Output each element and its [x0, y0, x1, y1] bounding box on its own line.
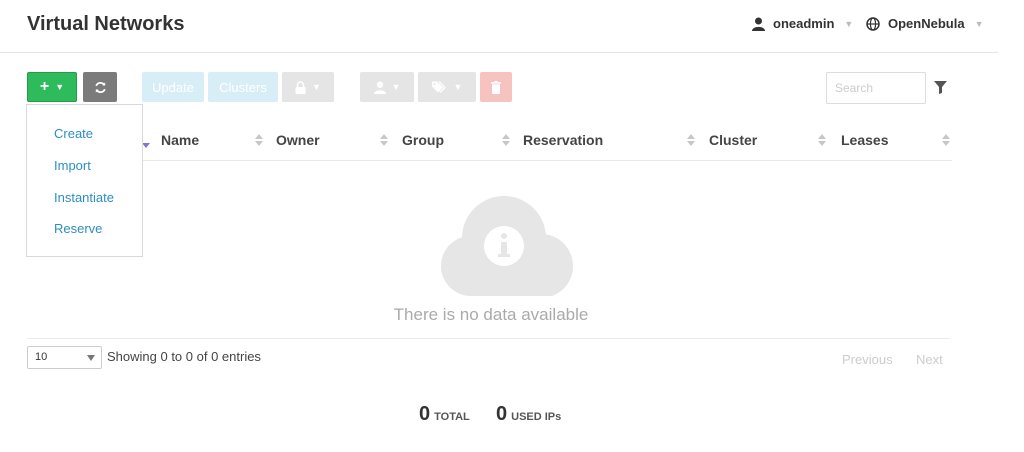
zone-name: OpenNebula: [888, 16, 965, 31]
trash-icon: [491, 80, 501, 94]
menu-item-instantiate[interactable]: Instantiate: [54, 190, 114, 205]
chevron-down-icon: ▼: [453, 82, 463, 92]
update-button[interactable]: Update: [142, 72, 204, 102]
sort-icon: [380, 134, 388, 148]
pagination-next[interactable]: Next: [916, 352, 943, 367]
pagination-previous[interactable]: Previous: [842, 352, 893, 367]
delete-button[interactable]: [480, 72, 512, 102]
refresh-button[interactable]: [83, 72, 117, 102]
search-input[interactable]: [826, 72, 926, 104]
globe-icon: [866, 16, 880, 31]
cloud-info-icon: [441, 196, 573, 296]
used-ips-stat: 0 USED IPs: [496, 403, 561, 426]
top-header: Virtual Networks oneadmin ▼ OpenNebula ▼: [0, 0, 998, 53]
table-footer-divider: [27, 338, 950, 339]
menu-item-create[interactable]: Create: [54, 126, 93, 141]
empty-state-message: There is no data available: [393, 305, 589, 324]
column-header-group[interactable]: Group: [402, 132, 444, 148]
page-size-select[interactable]: 10: [27, 346, 102, 369]
lock-icon: [295, 80, 306, 94]
chevron-down-icon: ▼: [391, 82, 401, 92]
used-ips-value: 0: [496, 403, 508, 425]
chevron-down-icon: ▼: [55, 82, 65, 92]
zone-menu[interactable]: OpenNebula ▼: [866, 16, 984, 31]
sort-icon: [818, 134, 826, 148]
sort-icon: [502, 134, 510, 148]
plus-icon: +: [39, 78, 50, 95]
refresh-icon: [94, 81, 106, 93]
entries-info: Showing 0 to 0 of 0 entries: [107, 349, 261, 364]
sort-icon: [687, 134, 695, 148]
labels-button[interactable]: ▼: [418, 72, 476, 102]
lock-button[interactable]: ▼: [282, 72, 334, 102]
total-label: TOTAL: [434, 411, 470, 423]
table-header: Name Owner Group Reservation Cluster Lea…: [140, 120, 952, 161]
user-icon: [752, 17, 765, 31]
change-owner-button[interactable]: ▼: [360, 72, 414, 102]
column-header-owner[interactable]: Owner: [276, 132, 320, 148]
page-size-value: 10: [35, 351, 48, 363]
used-ips-label: USED IPs: [511, 411, 562, 423]
user-icon: [373, 81, 386, 94]
menu-item-import[interactable]: Import: [54, 158, 91, 173]
menu-item-reserve[interactable]: Reserve: [54, 221, 102, 236]
create-dropdown-menu: Create Import Instantiate Reserve: [26, 104, 143, 257]
clusters-button[interactable]: Clusters: [208, 72, 278, 102]
user-name: oneadmin: [773, 16, 835, 31]
column-header-cluster[interactable]: Cluster: [709, 132, 757, 148]
column-header-name[interactable]: Name: [161, 132, 199, 148]
chevron-down-icon: ▼: [974, 18, 984, 29]
chevron-down-icon: ▼: [312, 82, 321, 92]
total-value: 0: [419, 403, 431, 425]
column-header-leases[interactable]: Leases: [841, 132, 888, 148]
column-header-reservation[interactable]: Reservation: [523, 132, 603, 148]
user-menu[interactable]: oneadmin ▼: [752, 16, 853, 31]
sort-icon: [255, 134, 263, 148]
tag-icon: [431, 81, 446, 93]
filter-icon[interactable]: [934, 81, 947, 99]
chevron-down-icon: ▼: [844, 18, 854, 29]
total-stat: 0 TOTAL: [419, 403, 470, 426]
page-title: Virtual Networks: [27, 13, 185, 35]
chevron-down-icon: [87, 355, 95, 361]
create-button[interactable]: + ▼: [27, 72, 77, 102]
sort-icon: [942, 134, 950, 148]
